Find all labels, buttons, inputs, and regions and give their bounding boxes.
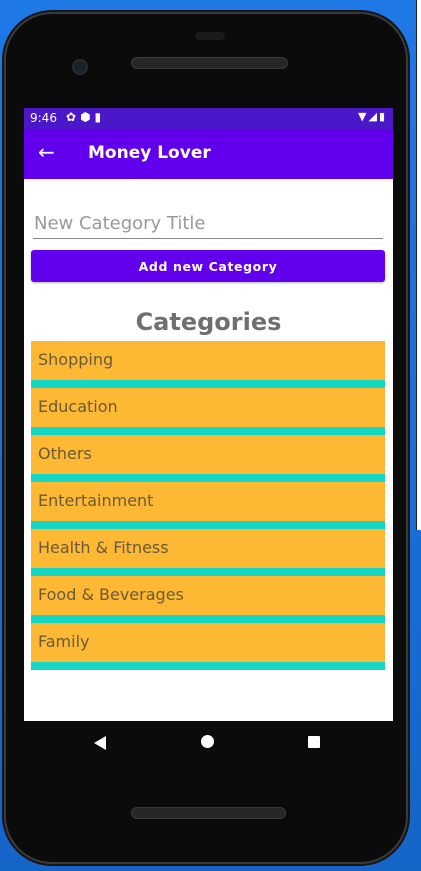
category-item[interactable]: Family [31, 623, 385, 670]
category-item[interactable]: Shopping [31, 341, 385, 388]
triangle-back-icon[interactable] [94, 736, 106, 750]
category-item[interactable]: Education [31, 388, 385, 435]
signal-icon: ◢ [368, 110, 379, 123]
earpiece-slit [195, 32, 225, 40]
status-system-icons: ▼◢▮ [358, 110, 387, 123]
category-item[interactable]: Entertainment [31, 482, 385, 529]
app-screen: 9:46 ✿⬢▮ ▼◢▮ ← Money Lover Add new Categ… [24, 108, 393, 721]
sd-card-icon: ▮ [94, 110, 106, 124]
category-list: Shopping Education Others Entertainment … [31, 341, 385, 670]
circle-home-icon[interactable] [201, 735, 214, 748]
category-item[interactable]: Others [31, 435, 385, 482]
category-item[interactable]: Food & Beverages [31, 576, 385, 623]
power-button [406, 365, 410, 475]
category-title-input[interactable] [33, 208, 383, 239]
volume-button [406, 232, 410, 292]
status-time: 9:46 [30, 111, 57, 125]
shield-icon: ⬢ [80, 110, 95, 124]
status-notification-icons: ✿⬢▮ [66, 110, 105, 124]
category-item[interactable]: Health & Fitness [31, 529, 385, 576]
status-bar: 9:46 ✿⬢▮ ▼◢▮ [24, 108, 393, 129]
top-speaker-grille [131, 57, 288, 69]
battery-icon: ▮ [378, 110, 387, 123]
arrow-left-icon[interactable]: ← [38, 140, 55, 164]
front-camera [72, 59, 88, 75]
add-category-button[interactable]: Add new Category [31, 250, 385, 282]
system-nav-bar [24, 721, 393, 763]
square-recents-icon[interactable] [308, 736, 320, 748]
settings-icon: ✿ [66, 110, 81, 124]
app-title: Money Lover [88, 143, 211, 163]
app-bar: ← Money Lover [24, 129, 393, 179]
wifi-icon: ▼ [358, 110, 369, 123]
categories-heading: Categories [135, 308, 282, 336]
background-window-edge [416, 0, 421, 530]
bottom-speaker-grille [131, 807, 286, 819]
